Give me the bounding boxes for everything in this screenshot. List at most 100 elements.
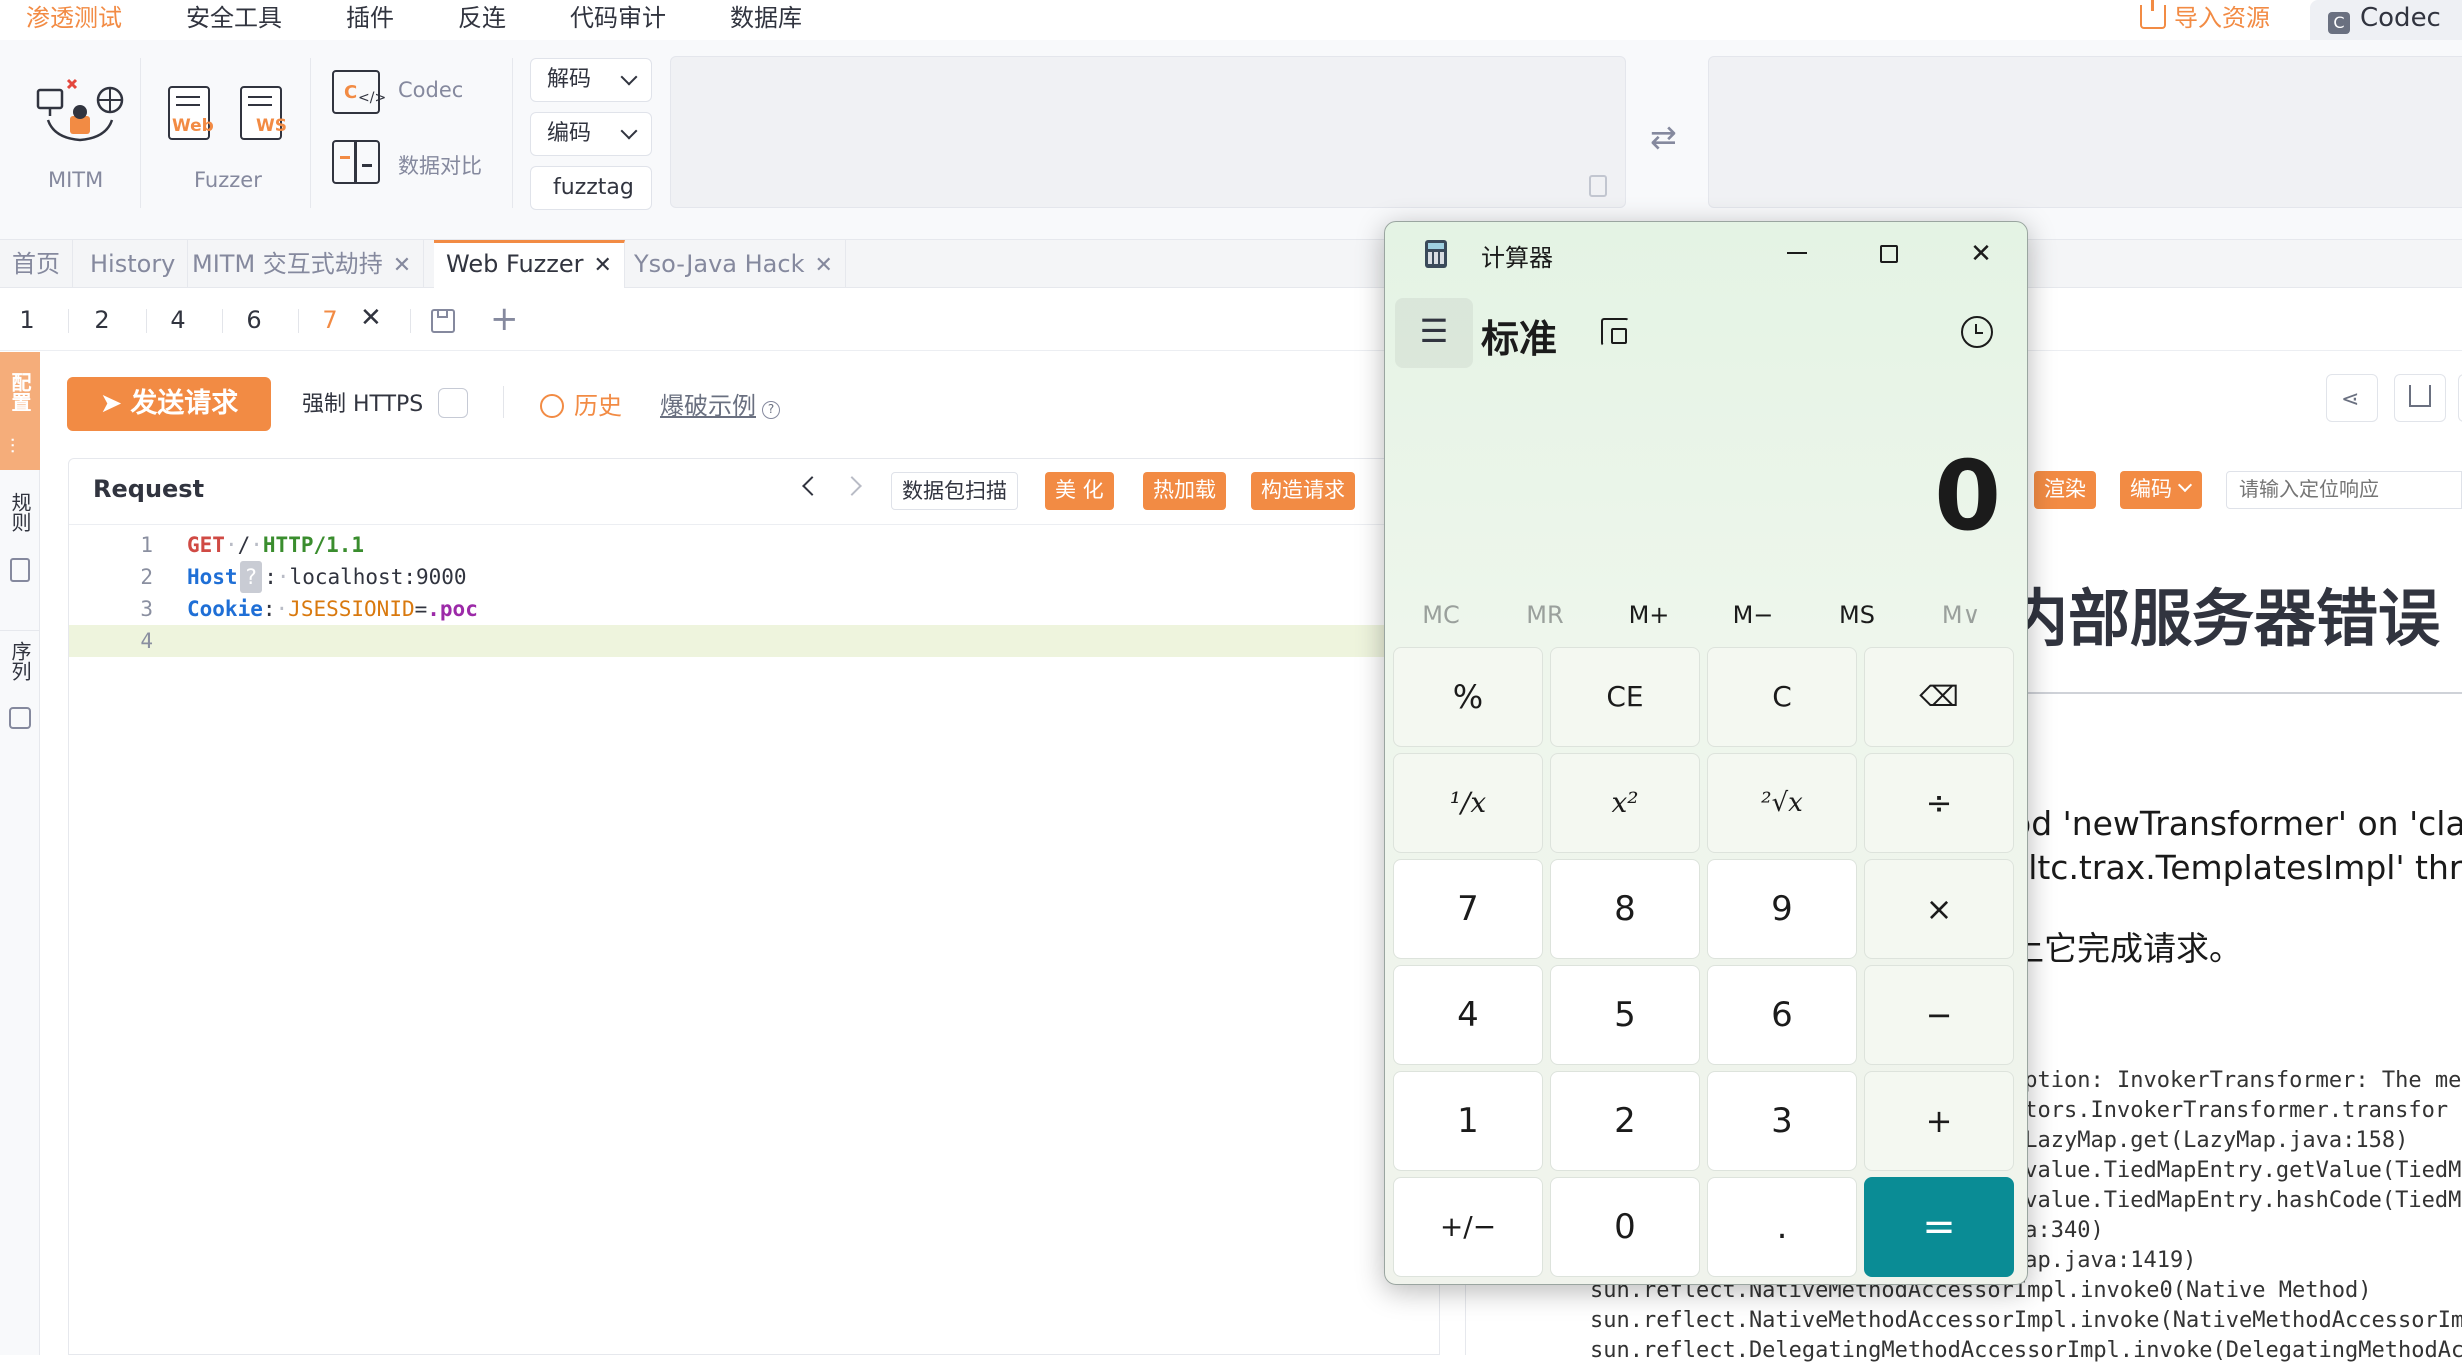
memory-list-button[interactable]: M∨ (1909, 590, 2013, 640)
decimal-key[interactable]: . (1707, 1177, 1857, 1277)
history-icon[interactable] (1961, 316, 1993, 348)
codec-output-area[interactable] (1708, 56, 2462, 208)
subtab-separator (68, 309, 69, 333)
digit-2-key[interactable]: 2 (1550, 1071, 1700, 1171)
close-icon[interactable]: ✕ (393, 253, 411, 278)
force-https-checkbox[interactable] (438, 388, 468, 418)
digit-8-key[interactable]: 8 (1550, 859, 1700, 959)
digit-5-key[interactable]: 5 (1550, 965, 1700, 1065)
digit-9-key[interactable]: 9 (1707, 859, 1857, 959)
calculator-titlebar[interactable]: 计算器 ✕ (1385, 222, 2027, 286)
more-button-edge[interactable] (2458, 374, 2462, 422)
menu-security-tools[interactable]: 安全工具 (186, 0, 282, 36)
decode-dropdown[interactable]: 解码 (530, 58, 652, 102)
tab-history[interactable]: History (78, 240, 189, 288)
menu-code-audit[interactable]: 代码审计 (570, 0, 666, 36)
subtab-separator (222, 309, 223, 333)
packet-scan-button[interactable]: 数据包扫描 (891, 472, 1018, 510)
minus-key[interactable]: − (1864, 965, 2014, 1065)
rail-config-tab[interactable]: 配置 ⫶ (0, 352, 40, 470)
codec-tool[interactable]: C </> Codec (330, 68, 500, 120)
fuzzer-tool[interactable]: Web WS Fuzzer (164, 84, 304, 204)
close-window-button[interactable]: ✕ (1935, 222, 2027, 286)
memory-store-button[interactable]: MS (1805, 590, 1909, 640)
negate-key[interactable]: +/− (1393, 1177, 1543, 1277)
response-encode-dropdown[interactable]: 编码 (2120, 471, 2202, 509)
subtab-6[interactable]: 6 (230, 289, 278, 351)
code-editor[interactable]: 1 GET·/·HTTP/1.1 2 Host?:·localhost:9000… (69, 525, 1439, 1355)
send-icon: ➤ (99, 388, 123, 419)
backspace-key[interactable]: ⌫ (1864, 647, 2014, 747)
digit-3-key[interactable]: 3 (1707, 1071, 1857, 1171)
close-icon[interactable]: ✕ (360, 303, 382, 333)
memory-recall-button[interactable]: MR (1493, 590, 1597, 640)
fuzztag-button[interactable]: fuzztag (530, 166, 652, 210)
square-root-key[interactable]: ²√x (1707, 753, 1857, 853)
subtab-2[interactable]: 2 (78, 289, 126, 351)
percent-key[interactable]: % (1393, 647, 1543, 747)
chevron-right-icon[interactable] (842, 476, 862, 496)
divide-key[interactable]: ÷ (1864, 753, 2014, 853)
history-button[interactable]: 历史 (540, 386, 622, 421)
memory-clear-button[interactable]: MC (1389, 590, 1493, 640)
square-key[interactable]: x² (1550, 753, 1700, 853)
digit-1-key[interactable]: 1 (1393, 1071, 1543, 1171)
digit-0-key[interactable]: 0 (1550, 1177, 1700, 1277)
minimize-button[interactable] (1751, 222, 1843, 286)
menu-database[interactable]: 数据库 (730, 0, 802, 36)
render-button[interactable]: 渲染 (2034, 471, 2096, 509)
beautify-button[interactable]: 美 化 (1045, 472, 1114, 510)
compare-tool[interactable]: 数据对比 (330, 138, 500, 190)
menu-plugins[interactable]: 插件 (346, 0, 394, 36)
hot-reload-button[interactable]: 热加载 (1143, 472, 1226, 510)
tab-yso-java-hack[interactable]: Yso-Java Hack ✕ (622, 240, 846, 288)
share-icon[interactable]: ⋖ (2326, 374, 2378, 422)
rail-sequence-tab[interactable]: 序列 (0, 630, 40, 750)
tab-home[interactable]: 首页 (0, 240, 73, 288)
codec-input-area[interactable] (670, 56, 1626, 208)
rail-rules-tab[interactable]: 规则 (0, 492, 40, 612)
menu-pentest[interactable]: 渗透测试 (26, 0, 122, 36)
hamburger-menu-icon[interactable]: ☰ (1395, 298, 1473, 368)
digit-4-key[interactable]: 4 (1393, 965, 1543, 1065)
subtab-7[interactable]: 7 (306, 289, 354, 351)
maximize-button[interactable] (1843, 222, 1935, 286)
encode-dropdown[interactable]: 编码 (530, 112, 652, 156)
response-search-input[interactable] (2226, 471, 2462, 509)
plus-key[interactable]: + (1864, 1071, 2014, 1171)
build-request-button[interactable]: 构造请求 (1251, 472, 1355, 510)
toolbar-separator (140, 58, 141, 208)
reciprocal-key[interactable]: ¹∕x (1393, 753, 1543, 853)
equals-key[interactable]: = (1864, 1177, 2014, 1277)
mitm-tool[interactable]: MITM (30, 70, 130, 200)
subtab-separator (298, 309, 299, 333)
swap-icon[interactable]: ⇄ (1650, 118, 1677, 156)
multiply-key[interactable]: × (1864, 859, 2014, 959)
keep-on-top-icon[interactable] (1601, 318, 1629, 346)
subtab-1[interactable]: 1 (0, 289, 54, 351)
stack-trace-line: sun.reflect.DelegatingMethodAccessorImpl… (1590, 1338, 2462, 1363)
digit-6-key[interactable]: 6 (1707, 965, 1857, 1065)
brute-force-demo-link[interactable]: 爆破示例? (660, 386, 780, 421)
clear-key[interactable]: C (1707, 647, 1857, 747)
header-name: Cookie (187, 597, 263, 621)
memory-add-button[interactable]: M+ (1597, 590, 1701, 640)
add-tab-icon[interactable]: + (490, 299, 519, 339)
tag-badge[interactable]: ? (239, 561, 263, 593)
chevron-left-icon[interactable] (802, 476, 822, 496)
tab-web-fuzzer[interactable]: Web Fuzzer ✕ (434, 240, 625, 288)
digit-7-key[interactable]: 7 (1393, 859, 1543, 959)
export-icon[interactable] (2394, 374, 2446, 422)
close-icon[interactable]: ✕ (814, 253, 832, 278)
clear-entry-key[interactable]: CE (1550, 647, 1700, 747)
codec-tab[interactable]: C Codec (2310, 0, 2462, 40)
import-resources-button[interactable]: 导入资源 (2140, 0, 2270, 36)
memory-subtract-button[interactable]: M− (1701, 590, 1805, 640)
menu-reverse[interactable]: 反连 (458, 0, 506, 36)
save-icon[interactable] (431, 309, 455, 333)
send-request-button[interactable]: ➤ 发送请求 (67, 377, 271, 431)
copy-icon[interactable] (1589, 175, 1607, 197)
subtab-4[interactable]: 4 (154, 289, 202, 351)
close-icon[interactable]: ✕ (593, 253, 611, 278)
tab-mitm[interactable]: MITM 交互式劫持 ✕ (180, 240, 425, 288)
